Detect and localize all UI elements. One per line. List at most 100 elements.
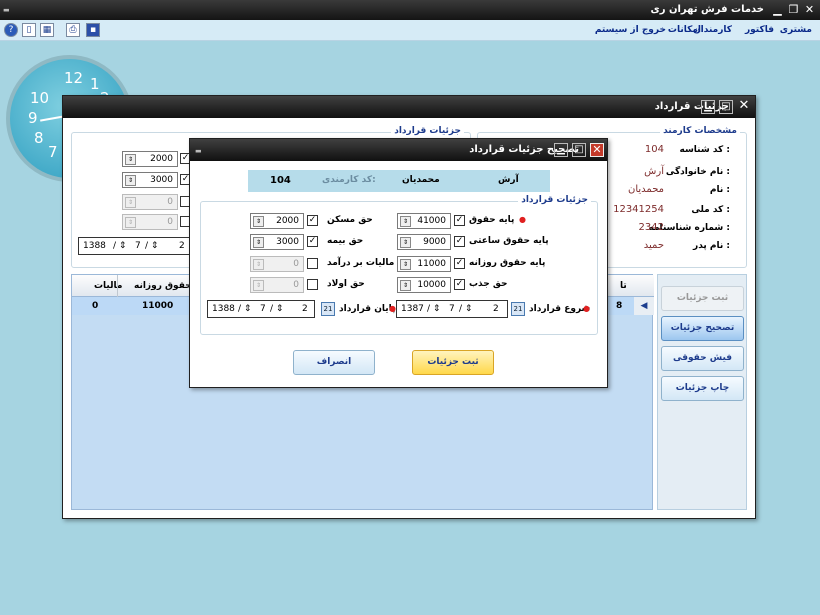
spinner-icon[interactable]: ⇕ [253, 237, 264, 248]
menu-tools[interactable]: امکانات [668, 25, 701, 35]
recruitment-allowance-checkbox[interactable]: ✓ [454, 279, 465, 290]
insurance-field[interactable]: ⇕ 3000 [122, 172, 178, 188]
contract-window-titlebar: جزئیات قرارداد ✕ □ ▁ [63, 96, 755, 118]
column-header[interactable]: تا [620, 281, 627, 291]
payslip-button[interactable]: فیش حقوقی [661, 346, 744, 371]
employee-header-strip: 104 کد کارمندی: محمدیان آرش [248, 170, 550, 192]
dialog-group-title: جزئیات قرارداد [518, 195, 591, 205]
close-icon[interactable]: ✕ [590, 143, 604, 157]
insurance-field[interactable]: ⇕ 3000 [250, 234, 304, 250]
insurance-checkbox[interactable]: ✓ [307, 236, 318, 247]
app-title: خدمات فرش تهران ری [650, 4, 764, 15]
clock-number: 12 [64, 69, 84, 87]
child-allowance-label: حق اولاد [327, 279, 365, 289]
save-details-button[interactable]: ثبت جزئیات [412, 350, 494, 375]
employee-group-title: مشخصات کارمند [660, 126, 740, 136]
edit-details-button[interactable]: تصحیح جزئیات [661, 316, 744, 341]
employee-code-label: کد کارمندی: [322, 175, 376, 185]
clock-number: 9 [28, 109, 38, 127]
child-allowance-field[interactable]: ⇕ 0 [122, 214, 178, 230]
housing-allowance-field[interactable]: ⇕ 2000 [250, 213, 304, 229]
maximize-icon[interactable]: □ [719, 100, 733, 114]
spinner-icon[interactable]: ⇕ [125, 217, 136, 228]
table-cell: 0 [92, 301, 99, 311]
row-selector-icon[interactable]: ◀ [634, 297, 654, 315]
required-marker: ● [583, 304, 590, 313]
spinner-icon[interactable]: ⇕ [400, 216, 411, 227]
cancel-button[interactable]: انصراف [293, 350, 375, 375]
required-marker: ● [519, 215, 526, 224]
menu-exit[interactable]: خروج از سیستم [595, 25, 666, 35]
minimize-icon[interactable]: ▁ [771, 3, 784, 16]
employee-code: 104 [270, 175, 291, 186]
contract-group-title: جزئیات قرارداد [391, 126, 464, 136]
minimize-icon[interactable]: ▁ [554, 143, 568, 157]
spinner-icon[interactable]: ⇕ [400, 237, 411, 248]
menu-invoice[interactable]: فاکتور [745, 25, 774, 35]
edit-contract-dialog: ▬ تصحیح جزئیات قرارداد ✕ □ ▁ 104 کد کارم… [189, 138, 608, 388]
field-value: محمدیان [627, 184, 664, 195]
start-date-calendar-icon[interactable]: 21 [511, 302, 525, 316]
daily-salary-field[interactable]: ⇕ 11000 [397, 256, 451, 272]
new-document-icon[interactable]: ▯ [22, 23, 36, 37]
hourly-salary-field[interactable]: ⇕ 9000 [397, 234, 451, 250]
base-salary-field[interactable]: ⇕ 41000 [397, 213, 451, 229]
hourly-salary-label: پایه حقوق ساعتی [469, 236, 549, 246]
close-icon[interactable]: ✕ [737, 99, 751, 114]
clock-number: 7 [48, 143, 58, 161]
app-icon: ▬ [3, 6, 10, 14]
start-date-picker[interactable]: 1387 / ⇕ 7 / ⇕ 2 [396, 300, 508, 318]
housing-allowance-field[interactable]: ⇕ 2000 [122, 151, 178, 167]
print-icon[interactable]: ⎙ [66, 23, 80, 37]
menu-customer[interactable]: مشتری [780, 25, 812, 35]
field-label: کد ملی : [691, 205, 730, 215]
recruitment-allowance-field[interactable]: ⇕ 10000 [397, 277, 451, 293]
dialog-titlebar: ▬ تصحیح جزئیات قرارداد ✕ □ ▁ [190, 139, 607, 161]
contract-window-title: جزئیات قرارداد [654, 101, 729, 112]
spinner-icon[interactable]: ⇕ [400, 280, 411, 291]
menu-bar: ? ▯ ▦ ⎙ ▪ مشتری فاکتور کارمندان امکانات … [0, 20, 820, 41]
clock-number: 8 [34, 129, 44, 147]
end-date-calendar-icon[interactable]: 21 [321, 302, 335, 316]
end-date-picker[interactable]: 1388 / ⇕ 7 / ⇕ 2 [78, 237, 196, 255]
child-allowance-field[interactable]: ⇕ 0 [250, 277, 304, 293]
daily-salary-label: پایه حقوق روزانه [469, 258, 546, 268]
spinner-icon[interactable]: ⇕ [125, 175, 136, 186]
child-allowance-checkbox[interactable] [307, 279, 318, 290]
main-titlebar: ▬ خدمات فرش تهران ری ✕ ❐ ▁ [0, 0, 820, 20]
end-date-label: پایان قرارداد [339, 304, 396, 314]
field-value: 2342 [638, 222, 664, 233]
spinner-icon[interactable]: ⇕ [253, 259, 264, 270]
minimize-icon[interactable]: ▁ [701, 100, 715, 114]
spinner-icon[interactable]: ⇕ [253, 216, 264, 227]
income-tax-field[interactable]: ⇕ 0 [122, 194, 178, 210]
field-value: 104 [644, 144, 664, 155]
print-details-button[interactable]: چاپ جزئیات [661, 376, 744, 401]
maximize-icon[interactable]: □ [572, 143, 586, 157]
column-header[interactable]: مالیات [94, 281, 122, 291]
field-label: نام : [709, 185, 730, 195]
table-cell: 8 [616, 301, 623, 311]
end-date-picker[interactable]: 1388 / ⇕ 7 / ⇕ 2 [207, 300, 315, 318]
income-tax-field[interactable]: ⇕ 0 [250, 256, 304, 272]
close-icon[interactable]: ✕ [803, 3, 816, 16]
base-salary-label: پایه حقوق [469, 215, 515, 225]
dialog-contract-group: جزئیات قرارداد ⇕ 41000 ✓ پایه حقوق ● ⇕ 900… [200, 195, 598, 335]
save-details-button[interactable]: ثبت جزئیات [661, 286, 744, 311]
income-tax-checkbox[interactable] [307, 258, 318, 269]
field-label: نام خانوادگی : [665, 167, 730, 177]
restore-icon[interactable]: ❐ [787, 3, 800, 16]
recruitment-allowance-label: حق جذب [469, 279, 508, 289]
housing-allowance-checkbox[interactable]: ✓ [307, 215, 318, 226]
spinner-icon[interactable]: ⇕ [253, 280, 264, 291]
spinner-icon[interactable]: ⇕ [125, 197, 136, 208]
spinner-icon[interactable]: ⇕ [125, 154, 136, 165]
hourly-salary-checkbox[interactable]: ✓ [454, 236, 465, 247]
help-icon[interactable]: ? [4, 23, 18, 37]
table-icon[interactable]: ▦ [40, 23, 54, 37]
save-icon[interactable]: ▪ [86, 23, 100, 37]
required-marker: ● [389, 304, 396, 313]
spinner-icon[interactable]: ⇕ [400, 259, 411, 270]
daily-salary-checkbox[interactable]: ✓ [454, 258, 465, 269]
base-salary-checkbox[interactable]: ✓ [454, 215, 465, 226]
